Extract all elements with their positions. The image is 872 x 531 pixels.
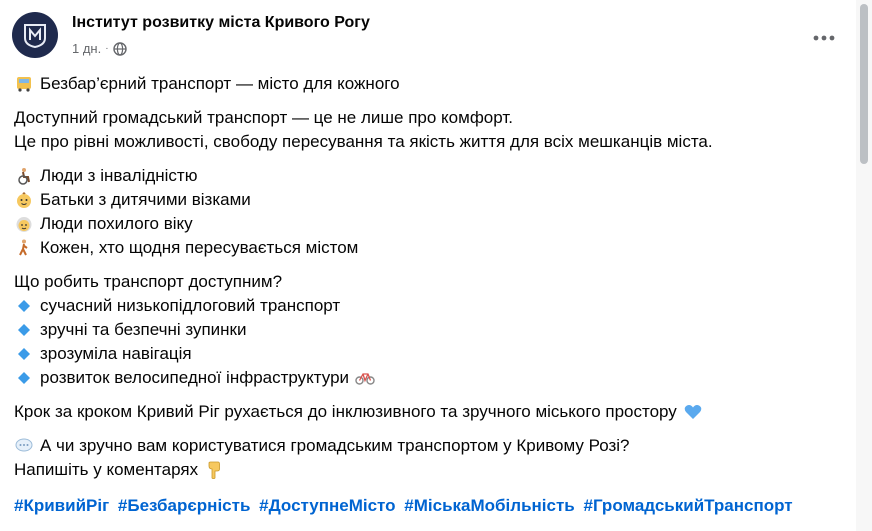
vertical-scrollbar[interactable] bbox=[856, 0, 872, 531]
list-item: сучасний низькопідлоговий транспорт bbox=[14, 294, 814, 318]
point-down-icon bbox=[204, 460, 224, 480]
blue-diamond-icon bbox=[14, 344, 34, 364]
page-avatar[interactable] bbox=[12, 12, 58, 58]
hashtag-link[interactable]: #КривийРіг bbox=[14, 496, 109, 515]
post-title-block: Безбар’єрний транспорт — місто для кожно… bbox=[14, 72, 814, 96]
features-block: Що робить транспорт доступним? сучасний … bbox=[14, 270, 814, 390]
list-item-text: розвиток велосипедної інфраструктури bbox=[40, 368, 350, 387]
hashtag-link[interactable]: #Безбарєрність bbox=[118, 496, 251, 515]
hashtag-link[interactable]: #ГромадськийТранспорт bbox=[583, 496, 792, 515]
post-title: Безбар’єрний транспорт — місто для кожно… bbox=[40, 74, 400, 93]
post-time[interactable]: 1 дн. bbox=[72, 41, 101, 56]
meta-separator: · bbox=[105, 43, 109, 54]
ask-text: Напишіть у коментарях bbox=[14, 460, 199, 479]
features-question: Що робить транспорт доступним? bbox=[14, 272, 283, 291]
list-item: Батьки з дитячими візками bbox=[14, 188, 814, 212]
blue-diamond-icon bbox=[14, 296, 34, 316]
step-text: Крок за кроком Кривий Ріг рухається до і… bbox=[14, 402, 677, 421]
list-item-text: зручні та безпечні зупинки bbox=[40, 320, 247, 339]
facebook-post: Інститут розвитку міста Кривого Рогу 1 д… bbox=[0, 0, 856, 531]
scrollbar-thumb[interactable] bbox=[860, 4, 868, 164]
ask-line: А чи зручно вам користуватися громадськи… bbox=[14, 434, 814, 458]
list-item-text: зрозуміла навігація bbox=[40, 344, 192, 363]
list-item-text: Кожен, хто щодня пересувається містом bbox=[40, 238, 359, 257]
ask-block: А чи зручно вам користуватися громадськи… bbox=[14, 434, 814, 482]
walking-person-icon bbox=[14, 238, 34, 258]
hashtag-link[interactable]: #ДоступнеМісто bbox=[259, 496, 395, 515]
audience-list: Люди з інвалідністю Батьки з дитячими ві… bbox=[14, 164, 814, 260]
hashtag-link[interactable]: #МіськаМобільність bbox=[404, 496, 574, 515]
globe-icon[interactable] bbox=[112, 41, 127, 56]
ask-text: А чи зручно вам користуватися громадськи… bbox=[40, 436, 630, 455]
post-header: Інститут розвитку міста Кривого Рогу 1 д… bbox=[12, 12, 842, 62]
list-item-text: сучасний низькопідлоговий транспорт bbox=[40, 296, 341, 315]
list-item: Люди з інвалідністю bbox=[14, 164, 814, 188]
intro-block: Доступний громадський транспорт — це не … bbox=[14, 106, 814, 154]
blue-diamond-icon bbox=[14, 320, 34, 340]
list-item-text: Батьки з дитячими візками bbox=[40, 190, 251, 209]
bicycle-icon bbox=[355, 368, 375, 388]
ask-line: Напишіть у коментарях bbox=[14, 458, 814, 482]
more-horizontal-icon bbox=[813, 35, 835, 41]
blue-diamond-icon bbox=[14, 368, 34, 388]
baby-icon bbox=[14, 190, 34, 210]
blue-heart-icon bbox=[683, 402, 703, 422]
hashtag-list: #КривийРіг #Безбарєрність #ДоступнеМісто… bbox=[14, 496, 797, 516]
step-block: Крок за кроком Кривий Ріг рухається до і… bbox=[14, 400, 814, 424]
list-item-text: Люди похилого віку bbox=[40, 214, 193, 233]
post-meta: 1 дн. · bbox=[72, 41, 127, 56]
intro-line: Це про рівні можливості, свободу пересув… bbox=[14, 132, 713, 151]
list-item: Люди похилого віку bbox=[14, 212, 814, 236]
list-item-text: Люди з інвалідністю bbox=[40, 166, 198, 185]
list-item: розвиток велосипедної інфраструктури bbox=[14, 366, 814, 390]
bus-icon bbox=[14, 74, 34, 94]
page-name-link[interactable]: Інститут розвитку міста Кривого Рогу bbox=[72, 14, 370, 32]
step-line: Крок за кроком Кривий Ріг рухається до і… bbox=[14, 400, 814, 424]
list-item: зручні та безпечні зупинки bbox=[14, 318, 814, 342]
institute-logo-icon bbox=[24, 24, 46, 49]
list-item: Кожен, хто щодня пересувається містом bbox=[14, 236, 814, 260]
list-item: зрозуміла навігація bbox=[14, 342, 814, 366]
older-person-icon bbox=[14, 214, 34, 234]
intro-line: Доступний громадський транспорт — це не … bbox=[14, 108, 513, 127]
more-options-button[interactable] bbox=[806, 20, 842, 56]
wheelchair-person-icon bbox=[14, 166, 34, 186]
post-title-line: Безбар’єрний транспорт — місто для кожно… bbox=[14, 72, 814, 96]
speech-bubble-icon bbox=[14, 436, 34, 456]
post-body: Безбар’єрний транспорт — місто для кожно… bbox=[14, 72, 814, 492]
